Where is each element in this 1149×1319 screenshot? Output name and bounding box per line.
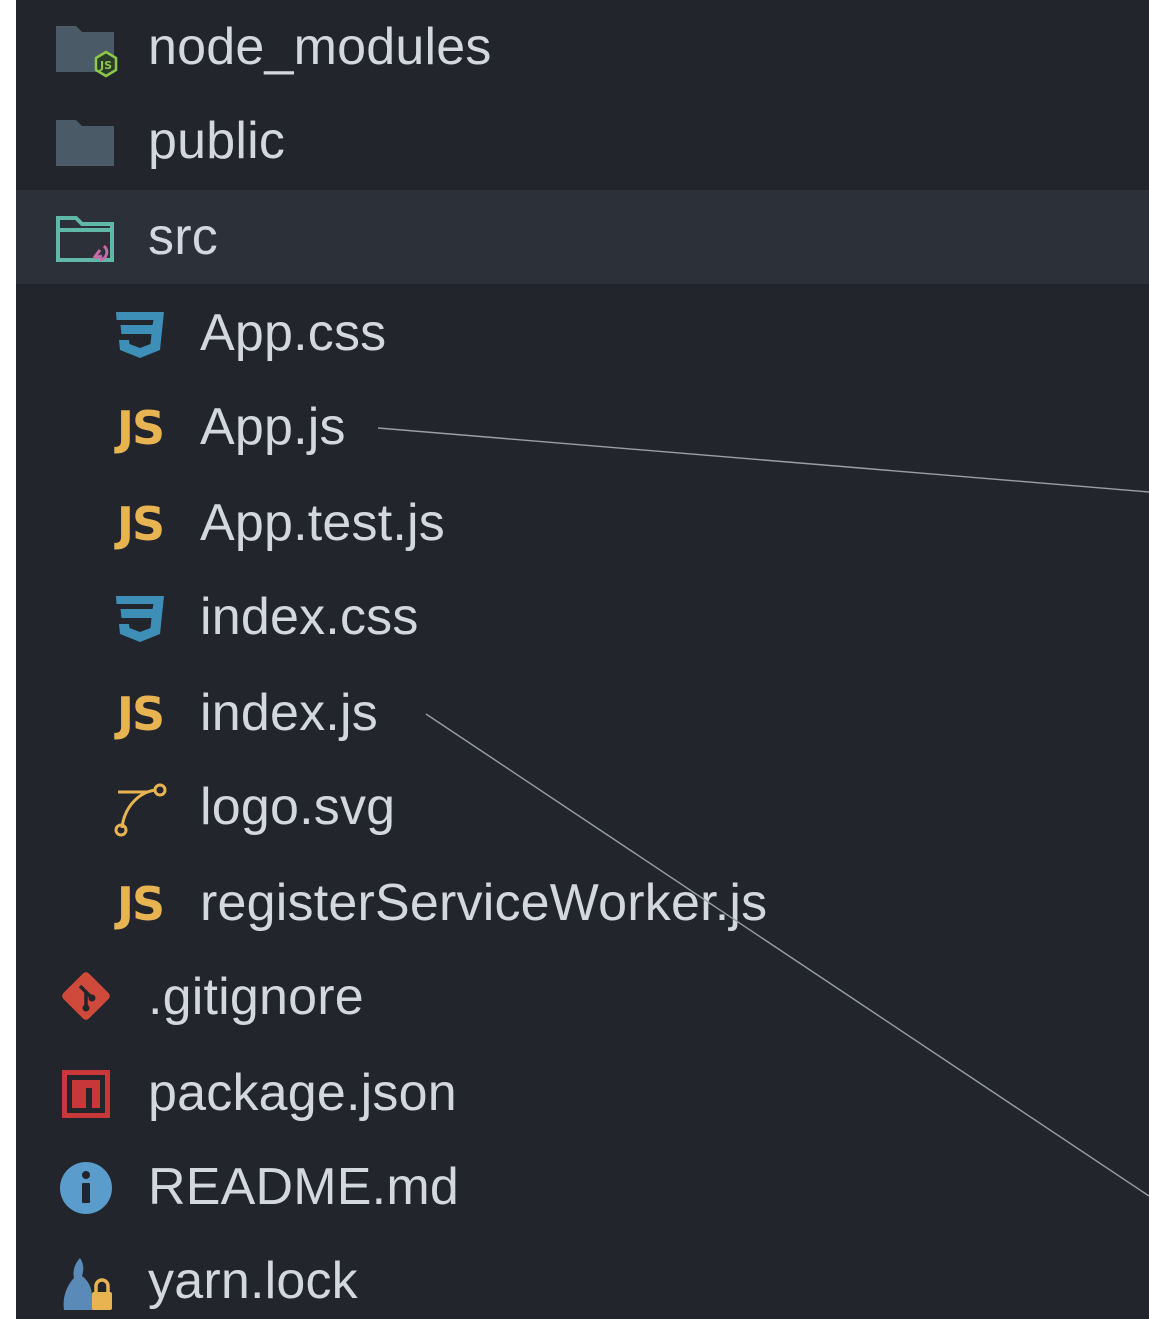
tree-item-node-modules[interactable]: JS node_modules <box>16 0 1149 94</box>
tree-item-src[interactable]: src <box>16 190 1149 284</box>
tree-item-app-test-js[interactable]: JS App.test.js <box>16 476 1149 570</box>
tree-item-label: src <box>148 208 218 266</box>
javascript-icon: JS <box>108 684 172 744</box>
folder-icon <box>54 112 118 172</box>
tree-item-register-service-worker-js[interactable]: JS registerServiceWorker.js <box>16 856 1149 950</box>
info-icon <box>54 1158 118 1218</box>
tree-item-label: logo.svg <box>200 778 396 836</box>
tree-item-label: README.md <box>148 1158 459 1216</box>
js-glyph: JS <box>116 497 165 551</box>
tree-item-label: App.css <box>200 304 387 362</box>
tree-item-app-css[interactable]: App.css <box>16 286 1149 380</box>
tree-item-gitignore[interactable]: .gitignore <box>16 950 1149 1044</box>
node-modules-folder-icon: JS <box>54 18 118 78</box>
svg-text:JS: JS <box>99 59 112 72</box>
npm-icon <box>54 1064 118 1124</box>
file-tree-panel: JS node_modules public src App.css JS Ap… <box>16 0 1149 1319</box>
tree-item-label: public <box>148 112 286 170</box>
javascript-icon: JS <box>108 494 172 554</box>
tree-item-label: registerServiceWorker.js <box>200 874 768 932</box>
tree-item-yarn-lock[interactable]: yarn.lock <box>16 1234 1149 1319</box>
tree-item-label: node_modules <box>148 18 492 76</box>
tree-item-public[interactable]: public <box>16 94 1149 188</box>
tree-item-label: App.test.js <box>200 494 445 552</box>
javascript-icon: JS <box>108 398 172 458</box>
tree-item-label: App.js <box>200 398 346 456</box>
tree-item-index-js[interactable]: JS index.js <box>16 666 1149 760</box>
git-icon <box>54 968 118 1028</box>
js-glyph: JS <box>116 401 165 455</box>
tree-item-label: .gitignore <box>148 968 364 1026</box>
tree-item-label: index.css <box>200 588 419 646</box>
tree-item-label: index.js <box>200 684 378 742</box>
tree-item-label: package.json <box>148 1064 457 1122</box>
css3-icon <box>108 304 172 364</box>
tree-item-readme-md[interactable]: README.md <box>16 1140 1149 1234</box>
js-glyph: JS <box>116 687 165 741</box>
js-glyph: JS <box>116 877 165 931</box>
open-folder-icon <box>54 208 118 268</box>
tree-item-app-js[interactable]: JS App.js <box>16 380 1149 474</box>
yarn-lock-icon <box>54 1252 118 1312</box>
vector-path-icon <box>108 778 172 838</box>
tree-item-label: yarn.lock <box>148 1252 358 1310</box>
tree-item-index-css[interactable]: index.css <box>16 570 1149 664</box>
tree-item-package-json[interactable]: package.json <box>16 1046 1149 1140</box>
tree-item-logo-svg[interactable]: logo.svg <box>16 760 1149 854</box>
javascript-icon: JS <box>108 874 172 934</box>
css3-icon <box>108 588 172 648</box>
